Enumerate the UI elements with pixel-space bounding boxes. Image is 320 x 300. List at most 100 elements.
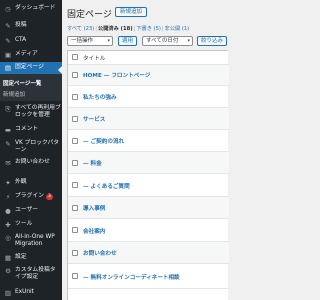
sidebar-item-label: 外観 [15,179,27,185]
exunit-icon: ▨ [4,289,12,297]
page-title: 固定ページ [67,10,112,20]
sidebar-item-label: すべての再利用ブロックを管理 [15,105,61,118]
sidebar-item-label: 固定ページ [15,64,44,70]
sidebar-item-settings[interactable]: ▦ 設定 [0,254,62,262]
pages-table: タイトル HOME — フロントページ 私たちの強み サービス — ご契約の流れ… [67,50,229,300]
row-title-link[interactable]: 私たちの強み [83,93,117,101]
table-header-row: タイトル [68,51,229,65]
table-row: — 無料オンラインコーディネート相談 [68,264,229,289]
row-checkbox[interactable] [72,250,78,256]
pattern-icon: ✎ [5,140,11,148]
sidebar-item-appearance[interactable]: ✦ 外観 [0,179,62,187]
bulk-action-value: 一括操作 [71,38,94,44]
sidebar-item-reusable-blocks[interactable]: ⎘ すべての再利用ブロックを管理 [0,105,62,119]
sidebar-item-vk-patterns[interactable]: ✎ VK ブロックパターン [0,140,62,154]
date-filter-select[interactable]: すべての日付 ▾ [142,36,193,46]
sidebar-item-pages[interactable]: ▤ 固定ページ [0,62,62,74]
view-private[interactable]: 非公開 (1) [165,26,190,32]
row-checkbox[interactable] [72,182,78,188]
sidebar-item-label: コメント [15,126,39,132]
apply-button[interactable]: 適用 [118,36,138,46]
table-row: 導入事例 [68,197,229,219]
table-row: — よくあるご質問 [68,174,229,197]
sidebar-item-posts[interactable]: ✎ 投稿 [0,22,62,30]
submenu-add-new[interactable]: 新規追加 [3,90,25,98]
table-row: 会社案内 [68,219,229,242]
sidebar-item-media[interactable]: ▣ メディア [0,51,62,59]
view-separator: | [95,26,98,32]
pin-icon: ✎ [5,22,11,30]
row-title-link[interactable]: HOME — フロントページ [83,71,150,79]
media-icon: ▣ [4,51,12,59]
table-row: HOME — フロントページ [68,65,229,86]
table-row: お問い合わせ [68,242,229,264]
blocks-icon: ⎘ [5,105,11,113]
date-filter-value: すべての日付 [146,38,179,44]
column-title-header[interactable]: タイトル [83,54,105,62]
sidebar-item-label: 投稿 [15,22,27,28]
sidebar-item-exunit[interactable]: ▨ ExUnit [0,289,62,297]
sidebar-item-label: VK ブロックパターン [15,140,60,153]
sidebar-item-label: ツール [15,221,33,227]
sidebar-item-label: 設定 [15,254,27,260]
sidebar-item-label: ExUnit [15,289,34,295]
user-icon: ● [5,207,11,215]
sidebar-item-label: メディア [15,51,38,57]
row-title-link[interactable]: サービス [83,115,105,123]
sidebar-item-label: カスタム投稿タイプ設定 [15,267,56,280]
select-all-checkbox[interactable] [72,54,78,60]
row-title-link[interactable]: 導入事例 [83,204,105,212]
row-title-link[interactable]: — ご契約の流れ [83,137,124,145]
sidebar-item-dashboard[interactable]: ◷ ダッシュボード [0,5,62,13]
pages-icon: ▤ [4,64,12,72]
row-title-link[interactable]: 会社案内 [83,227,105,235]
table-row: サービス [68,108,229,130]
comment-icon: ▬ [4,126,12,134]
sidebar-item-label: CTA [15,37,27,43]
add-new-button[interactable]: 新規追加 [115,7,148,17]
view-all[interactable]: すべて (23) [67,26,94,32]
appearance-icon: ✦ [5,179,11,187]
submenu-all-pages[interactable]: 固定ページ一覧 [3,79,41,87]
view-separator: | [161,26,164,32]
sidebar-item-label: プラグイン [15,193,44,199]
update-count-badge: 3 [46,194,53,200]
row-title-link[interactable]: — よくあるご質問 [83,182,130,190]
sidebar-item-migration[interactable]: ◎ All-in-One WP Migration [0,234,62,248]
sidebar-item-label: All-in-One WP Migration [15,234,55,247]
row-checkbox[interactable] [72,227,78,233]
mail-icon: ✉ [5,159,11,167]
filter-button[interactable]: 絞り込み [197,36,228,46]
sidebar-item-cta[interactable]: ✎ CTA [0,37,62,45]
sidebar-item-label: ユーザー [15,207,39,213]
row-checkbox[interactable] [72,116,78,122]
table-row: — ご契約の流れ [68,130,229,152]
sidebar-item-contact[interactable]: ✉ お問い合わせ [0,159,62,167]
row-checkbox[interactable] [72,160,78,166]
view-drafts[interactable]: 下書き (5) [136,26,161,32]
sidebar-item-users[interactable]: ● ユーザー [0,207,62,215]
view-published[interactable]: 公開済み (18) [98,26,133,32]
dashboard-icon: ◷ [5,5,11,13]
sidebar-item-label: お問い合わせ [15,159,50,165]
row-title-link[interactable]: お問い合わせ [83,249,117,257]
row-checkbox[interactable] [72,72,78,78]
row-checkbox[interactable] [72,273,78,279]
row-title-link[interactable]: — 料金 [83,159,102,167]
row-checkbox[interactable] [72,94,78,100]
chevron-down-icon: ▾ [187,38,190,44]
sidebar-item-comments[interactable]: ▬ コメント [0,126,62,134]
row-title-link[interactable]: — 無料オンラインコーディネート相談 [83,273,180,281]
migration-icon: ◎ [5,234,11,242]
tools-icon: ✚ [5,221,11,229]
sidebar-item-custom-post-types[interactable]: ⚙ カスタム投稿タイプ設定 [0,267,62,281]
sidebar-item-tools[interactable]: ✚ ツール [0,221,62,229]
settings-icon: ▦ [4,254,12,262]
row-checkbox[interactable] [72,138,78,144]
bulk-action-select[interactable]: 一括操作 ▾ [67,36,113,46]
cta-icon: ✎ [5,37,11,45]
sidebar-item-plugins[interactable]: ⚡ プラグイン 3 [0,193,62,201]
table-row: — 料金 [68,152,229,174]
row-checkbox[interactable] [72,205,78,211]
main-content: 固定ページ 新規追加 すべて (23)|公開済み (18)|下書き (5)|非公… [62,0,229,300]
